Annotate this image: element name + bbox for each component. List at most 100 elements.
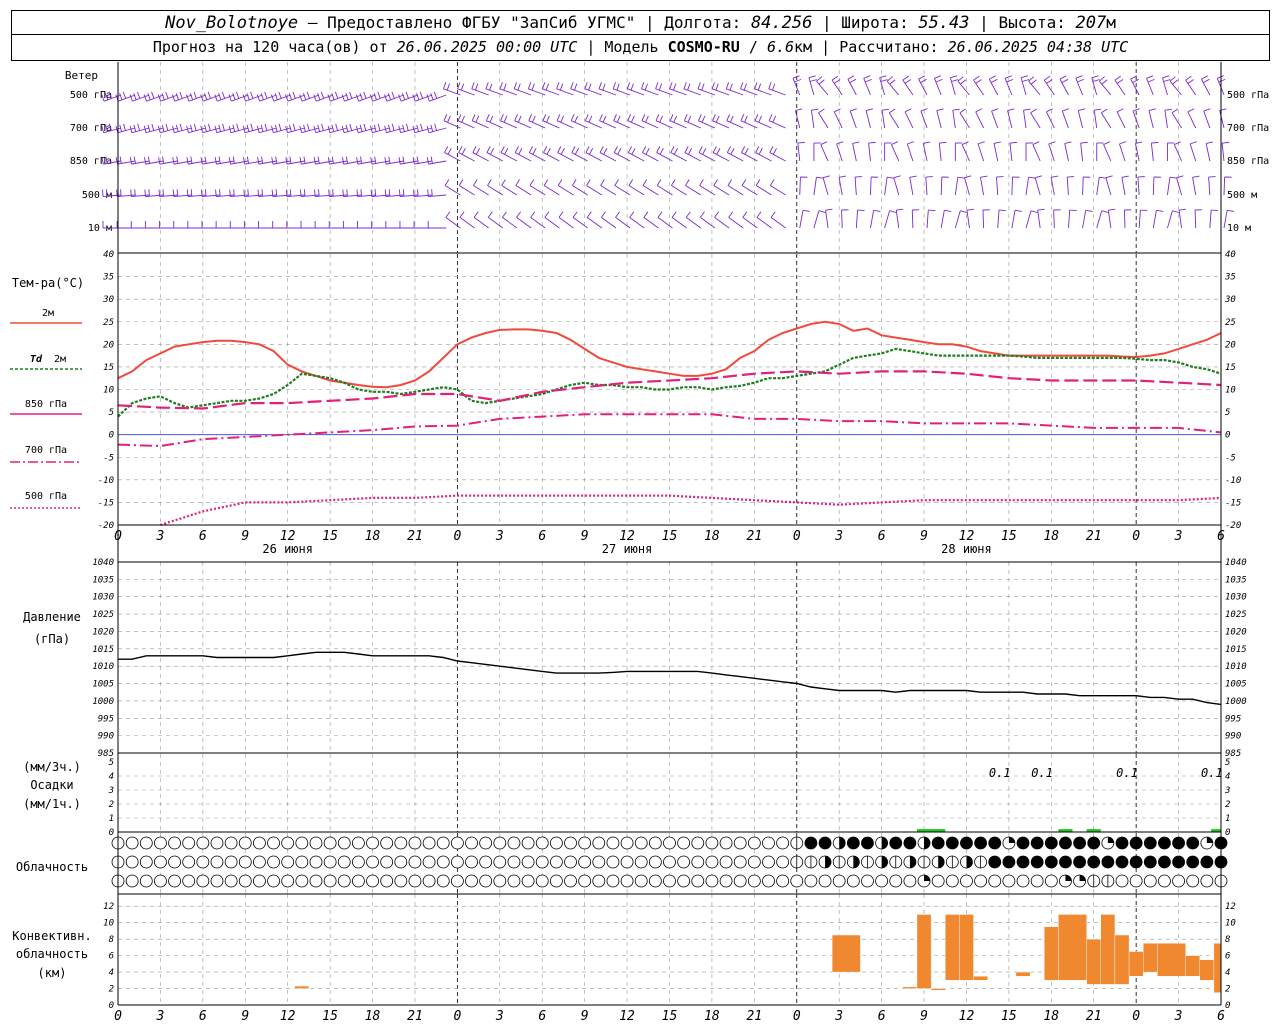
wind-barb-flag — [489, 115, 494, 123]
wind-barb-flag — [626, 82, 631, 89]
wind-barb-flag — [655, 82, 659, 89]
cloud-cell — [337, 855, 351, 869]
cloud-cell — [648, 874, 662, 888]
wind-barb — [1185, 79, 1197, 96]
cloud-cell — [549, 874, 563, 888]
wind-barb-flag — [443, 82, 447, 89]
cloud-cell — [677, 855, 691, 869]
wind-barb — [1066, 177, 1069, 196]
wind-barb-flag — [151, 123, 155, 131]
wind-barb-flag — [1163, 79, 1171, 82]
cloud-cell — [295, 836, 309, 850]
wind-barb-flag — [757, 83, 762, 91]
wind-barb-flag — [1094, 108, 1102, 111]
wind-barb-flag — [461, 148, 466, 155]
cloud-cell — [549, 836, 563, 850]
cloud-cell — [677, 874, 691, 888]
conv-bar — [945, 914, 960, 981]
wind-barb-flag — [726, 146, 731, 153]
wind-barb — [713, 185, 730, 196]
wind-barb-flag — [1203, 78, 1210, 84]
wind-barb-flag — [186, 94, 190, 102]
wind-barb-flag — [332, 189, 334, 197]
wind-barb-flag — [426, 157, 429, 165]
conv-tick-right: 10 — [1225, 919, 1236, 929]
wind-barb — [1046, 111, 1055, 129]
wind-barb-flag — [939, 141, 947, 144]
wind-barb — [697, 88, 716, 96]
pres-tick-right: 1000 — [1225, 697, 1247, 707]
temp-x-tick: 6 — [1217, 529, 1225, 544]
wind-barb-flag — [936, 108, 944, 111]
wind-barb-flag — [615, 211, 620, 218]
wind-barb-flag — [795, 108, 803, 111]
wind-barb-flag — [203, 93, 208, 100]
wind-barb — [530, 217, 546, 229]
wind-barb — [487, 217, 504, 229]
wind-barb-flag — [601, 211, 606, 218]
wind-barb-flag — [275, 189, 278, 197]
wind-barb-flag — [1174, 141, 1181, 145]
day-label: 28 июня — [941, 542, 992, 556]
wind-barb-flag — [528, 146, 534, 153]
precip-label: 0.1 — [989, 766, 1011, 780]
wind-barb-flag — [335, 123, 338, 131]
wind-barb-flag — [318, 189, 320, 197]
wind-barb-flag — [459, 211, 465, 218]
wind-barb-flag — [934, 75, 942, 79]
wind-barb-flag — [342, 157, 345, 165]
pres-tick-right: 1005 — [1225, 680, 1247, 690]
wind-barb — [600, 185, 617, 196]
wind-barb — [572, 217, 588, 229]
wind-barb-flag — [902, 75, 909, 81]
wind-barb — [993, 143, 999, 162]
conv-bar — [294, 985, 310, 989]
wind-barb-flag — [641, 82, 645, 89]
wind-barb — [1082, 176, 1084, 196]
wind-barb — [940, 210, 945, 229]
wind-barb-flag — [1218, 78, 1226, 83]
cloud-cell — [224, 836, 238, 850]
cloud-cell — [691, 855, 705, 869]
conv-tick-right: 8 — [1225, 935, 1230, 945]
wind-barb — [1208, 177, 1211, 196]
wind-barb-flag — [531, 115, 536, 123]
wind-barb — [601, 217, 617, 229]
cloud-cell — [1073, 855, 1086, 869]
conv-tick-right: 12 — [1225, 902, 1236, 912]
wind-barb — [1034, 177, 1041, 196]
cloud-cell — [139, 836, 153, 850]
wind-barb-flag — [673, 115, 678, 123]
conv-x-tick: 0 — [793, 1009, 801, 1024]
wind-barb-flag — [243, 189, 245, 197]
prec-tick-right: 0 — [1225, 828, 1230, 838]
wind-barb-flag — [472, 146, 477, 153]
wind-barb-flag — [321, 123, 324, 131]
wind-barb — [641, 120, 659, 129]
cloud-cell — [861, 836, 874, 850]
pressure-title-b: (гПа) — [34, 632, 70, 646]
wind-barb-flag — [754, 114, 759, 121]
cloud-cell — [648, 836, 662, 850]
conv-tick-left: 6 — [109, 952, 114, 962]
wind-barb — [515, 185, 532, 196]
wind-barb-flag — [893, 175, 901, 179]
conv-title-a: Конвективн. — [12, 929, 91, 943]
wind-barb — [700, 217, 716, 229]
wind-barb-flag — [1171, 108, 1179, 114]
conv-x-tick: 15 — [322, 1009, 338, 1024]
wind-barb-flag — [517, 115, 522, 123]
wind-barb — [964, 177, 970, 196]
wind-barb-flag — [430, 156, 433, 164]
cloud-cell-mark — [825, 856, 832, 868]
wind-barb-flag — [247, 189, 249, 197]
cloud-cell — [1002, 874, 1016, 888]
prec-tick-left: 2 — [109, 800, 114, 810]
wind-barb-flag — [865, 78, 872, 83]
wind-barb-flag — [1222, 141, 1230, 144]
wind-barb-flag — [560, 148, 565, 155]
prec-tick-left: 4 — [109, 772, 114, 782]
conv-x-tick: 18 — [1043, 1009, 1059, 1024]
wind-barb-flag — [401, 93, 406, 100]
wind-barb-flag — [1162, 75, 1170, 79]
